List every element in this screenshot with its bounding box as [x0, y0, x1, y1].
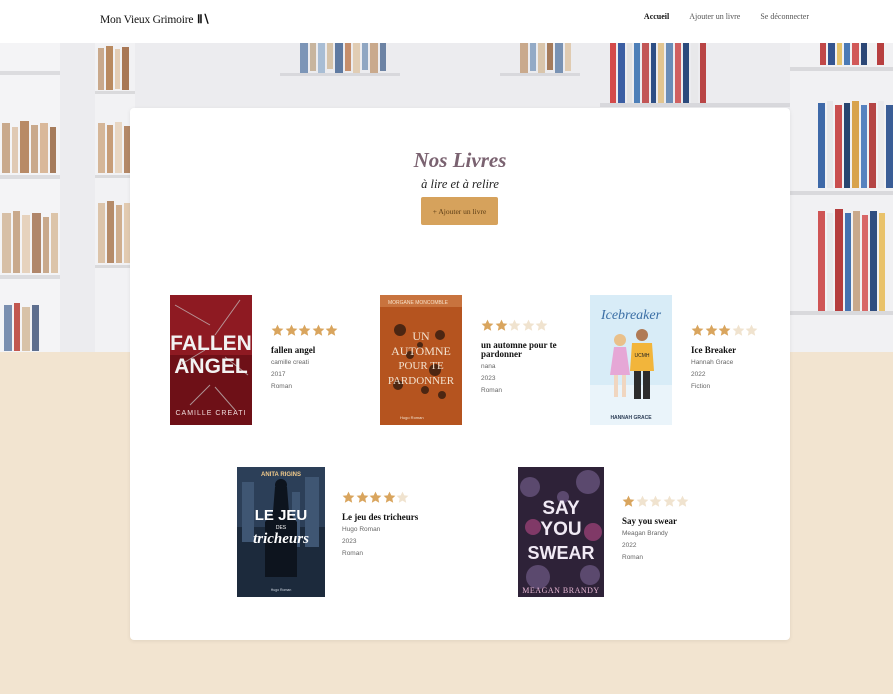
star-empty-icon — [732, 324, 744, 336]
svg-text:ANGEL: ANGEL — [174, 355, 248, 378]
star-empty-icon — [745, 324, 758, 336]
rating-stars — [622, 495, 702, 509]
page-title: Nos Livres — [413, 148, 507, 172]
books-card: Nos Livres à lire et à relire + Ajouter … — [130, 108, 790, 640]
book-item[interactable]: MORGANE MONCOMBLE UN AUTOMNE POUR TE PAR… — [380, 295, 560, 425]
book-item[interactable]: ANITA RIGINS LE JEU DES tricheurs Hugo R… — [237, 467, 418, 597]
book-info: fallen angel camille creati 2017 Roman — [271, 324, 351, 393]
star-filled-icon — [271, 324, 284, 336]
star-filled-icon — [298, 324, 311, 336]
svg-text:ANITA RIGINS: ANITA RIGINS — [261, 472, 301, 478]
book-author: Hannah Grace — [691, 359, 734, 366]
star-filled-icon — [285, 324, 297, 336]
star-filled-icon — [369, 491, 382, 503]
star-filled-icon — [481, 319, 494, 331]
star-filled-icon — [342, 491, 355, 503]
book-cover[interactable]: ANITA RIGINS LE JEU DES tricheurs Hugo R… — [237, 467, 325, 597]
nav-link-deconnecter[interactable]: Se déconnecter — [760, 12, 809, 21]
svg-text:tricheurs: tricheurs — [253, 531, 309, 547]
star-empty-icon — [676, 495, 689, 507]
svg-text:Icebreaker: Icebreaker — [600, 308, 662, 323]
site-logo[interactable]: Mon Vieux Grimoire Ⅱ∖ — [100, 12, 210, 26]
svg-text:AUTOMNE: AUTOMNE — [391, 344, 451, 358]
book-item[interactable]: FALLEN ANGEL CAMILLE CREATI fallen angel… — [170, 295, 350, 425]
book-info: un automne pour te pardonner nana 2023 R… — [481, 319, 561, 397]
main-nav: Accueil Ajouter un livre Se déconnecter — [644, 12, 809, 21]
star-empty-icon — [508, 319, 521, 331]
book-title: Say you swear — [622, 516, 678, 526]
book-author: nana — [481, 363, 496, 370]
star-empty-icon — [636, 495, 648, 507]
svg-text:SWEAR: SWEAR — [528, 543, 595, 563]
svg-text:UCMH: UCMH — [635, 353, 650, 359]
svg-text:SAY: SAY — [542, 498, 580, 519]
book-title: un automne pour te pardonner — [481, 340, 557, 359]
star-filled-icon — [718, 324, 731, 336]
book-author: camille creati — [271, 359, 309, 366]
logo-mark-icon: Ⅱ∖ — [196, 14, 210, 26]
rating-stars — [342, 491, 422, 505]
svg-text:Hugo Roman: Hugo Roman — [400, 415, 424, 420]
nav-link-accueil[interactable]: Accueil — [644, 12, 669, 21]
star-filled-icon — [691, 324, 704, 336]
book-genre: Roman — [342, 550, 363, 557]
book-year: 2017 — [271, 371, 286, 378]
star-filled-icon — [622, 495, 635, 507]
svg-text:MORGANE MONCOMBLE: MORGANE MONCOMBLE — [388, 300, 449, 306]
star-filled-icon — [325, 324, 338, 336]
book-info: Say you swear Meagan Brandy 2022 Roman — [622, 495, 702, 564]
book-info: Ice Breaker Hannah Grace 2022 Fiction — [691, 324, 771, 393]
star-empty-icon — [663, 495, 675, 507]
book-info: Le jeu des tricheurs Hugo Roman 2023 Rom… — [342, 491, 422, 560]
star-filled-icon — [356, 491, 368, 503]
top-navbar: Mon Vieux Grimoire Ⅱ∖ Accueil Ajouter un… — [0, 0, 893, 43]
star-filled-icon — [383, 491, 395, 503]
book-year: 2023 — [481, 375, 496, 382]
book-year: 2022 — [691, 371, 706, 378]
svg-text:FALLEN: FALLEN — [170, 332, 252, 355]
svg-text:HANNAH GRACE: HANNAH GRACE — [610, 415, 652, 421]
star-filled-icon — [495, 319, 507, 331]
book-author: Meagan Brandy — [622, 530, 668, 537]
star-empty-icon — [649, 495, 662, 507]
svg-text:MEAGAN BRANDY: MEAGAN BRANDY — [522, 586, 599, 595]
rating-stars — [481, 319, 561, 333]
book-genre: Roman — [622, 554, 643, 561]
rating-stars — [271, 324, 351, 338]
book-cover[interactable]: MORGANE MONCOMBLE UN AUTOMNE POUR TE PAR… — [380, 295, 462, 425]
svg-text:CAMILLE CREATI: CAMILLE CREATI — [175, 410, 246, 417]
book-title: fallen angel — [271, 345, 316, 355]
svg-text:LE JEU: LE JEU — [255, 507, 308, 524]
book-item[interactable]: SAY YOU SWEAR MEAGAN BRANDY Say you swea… — [518, 467, 698, 597]
svg-text:YOU: YOU — [540, 519, 581, 540]
svg-text:Hugo Roman: Hugo Roman — [271, 588, 292, 592]
svg-text:UN: UN — [412, 329, 430, 343]
book-cover[interactable]: FALLEN ANGEL CAMILLE CREATI — [170, 295, 252, 425]
star-empty-icon — [522, 319, 534, 331]
page-subtitle: à lire et à relire — [421, 177, 499, 191]
star-empty-icon — [535, 319, 548, 331]
svg-text:PARDONNER: PARDONNER — [388, 375, 455, 387]
book-cover[interactable]: Icebreaker UCMH HANNAH GRACE — [590, 295, 672, 425]
book-year: 2023 — [342, 538, 357, 545]
book-cover[interactable]: SAY YOU SWEAR MEAGAN BRANDY — [518, 467, 604, 597]
book-item[interactable]: Icebreaker UCMH HANNAH GRACE Ice Breaker… — [590, 295, 770, 425]
book-genre: Roman — [481, 387, 502, 394]
book-genre: Roman — [271, 383, 292, 390]
rating-stars — [691, 324, 771, 338]
book-title: Ice Breaker — [691, 345, 737, 355]
book-author: Hugo Roman — [342, 526, 381, 533]
star-empty-icon — [396, 491, 409, 503]
book-title: Le jeu des tricheurs — [342, 512, 419, 522]
book-year: 2022 — [622, 542, 637, 549]
star-filled-icon — [312, 324, 324, 336]
add-book-button[interactable]: + Ajouter un livre — [421, 197, 498, 225]
nav-link-ajouter-livre[interactable]: Ajouter un livre — [689, 12, 740, 21]
svg-text:POUR TE: POUR TE — [398, 360, 444, 372]
book-genre: Fiction — [691, 383, 711, 390]
star-filled-icon — [705, 324, 717, 336]
logo-text: Mon Vieux Grimoire — [100, 14, 194, 26]
